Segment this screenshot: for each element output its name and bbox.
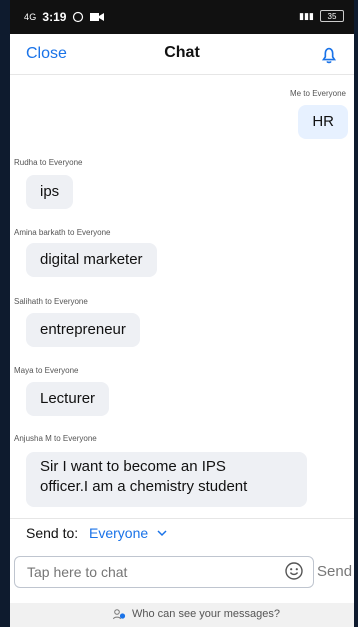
send-to-row: Send to: Everyone	[10, 518, 354, 549]
people-icon	[113, 609, 126, 620]
privacy-footer[interactable]: Who can see your messages?	[10, 603, 354, 627]
message-bubble: entrepreneur	[26, 313, 140, 347]
send-button[interactable]: Send	[317, 563, 352, 580]
right-edge	[354, 0, 358, 627]
message-line: officer.I am a chemistry student	[40, 478, 248, 495]
status-time: 3:19	[42, 10, 67, 24]
message-bubble: HR	[298, 105, 348, 139]
chat-message-list[interactable]: Me to Everyone HR Rudha to Everyone ips …	[10, 75, 354, 515]
who-can-see-row[interactable]: Who can see your messages?	[112, 608, 280, 620]
send-to-label: Send to:	[26, 525, 79, 541]
chat-input-container[interactable]	[14, 556, 314, 588]
message-sender: Rudha to Everyone	[14, 158, 83, 167]
whatsapp-icon	[73, 11, 84, 23]
bell-icon[interactable]	[318, 44, 340, 66]
chat-header: Close Chat	[10, 34, 354, 75]
message-bubble: Sir I want to become an IPS officer.I am…	[26, 452, 307, 507]
message-sender: Maya to Everyone	[14, 366, 79, 375]
footer-text: Who can see your messages?	[132, 608, 280, 620]
message-sender: Salihath to Everyone	[14, 297, 88, 306]
message-bubble: digital marketer	[26, 243, 157, 277]
message-bubble: ips	[26, 175, 74, 209]
battery-indicator: 35	[320, 10, 344, 22]
page-title: Chat	[164, 44, 200, 61]
left-edge	[0, 0, 10, 627]
status-bar: 4G 3:19 ▮▮▮ 35	[10, 0, 354, 34]
message-line: Sir I want to become an IPS	[40, 458, 226, 475]
video-icon	[90, 13, 105, 21]
network-indicator: 4G	[24, 12, 37, 22]
chevron-down-icon[interactable]	[156, 527, 168, 539]
message-sender: Me to Everyone	[289, 89, 346, 98]
message-sender: Amina barkath to Everyone	[14, 228, 111, 237]
message-sender: Anjusha M to Everyone	[14, 434, 97, 443]
signal-icon: ▮▮▮	[299, 10, 314, 21]
emoji-icon[interactable]	[285, 562, 303, 580]
chat-input[interactable]	[25, 557, 279, 587]
message-bubble: Lecturer	[26, 382, 110, 416]
send-to-selector[interactable]: Everyone	[89, 525, 148, 541]
